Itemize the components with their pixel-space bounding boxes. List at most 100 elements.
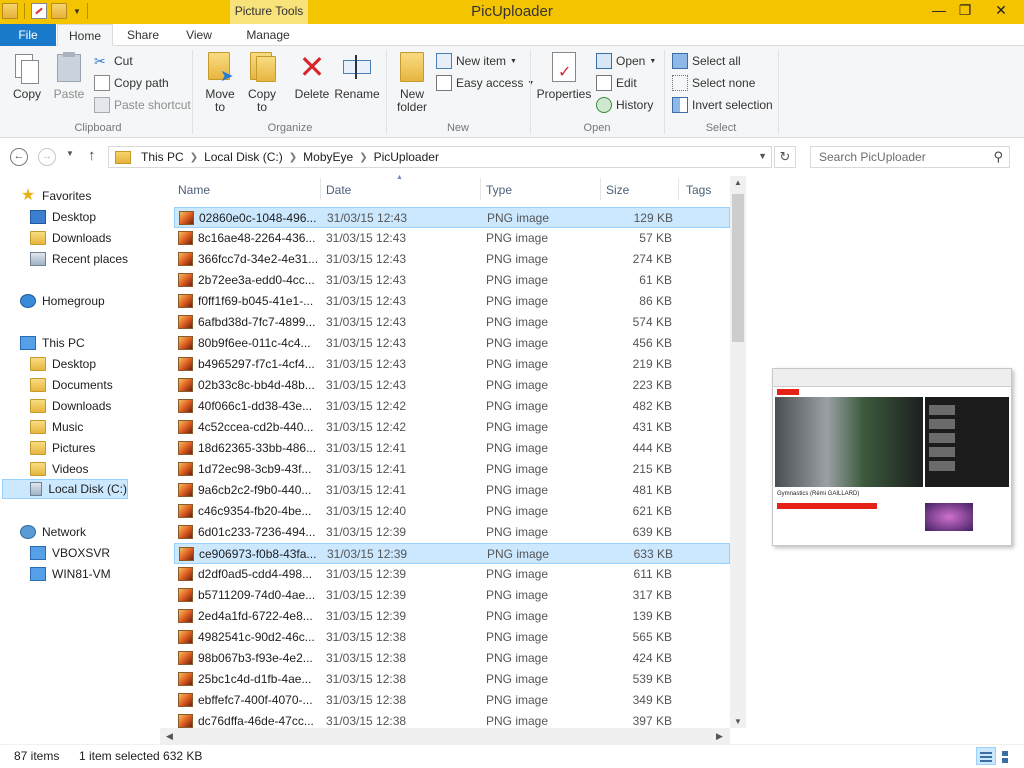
paste-button[interactable]: Paste (50, 50, 88, 101)
file-row[interactable]: 1d72ec98-3cb9-43f... 31/03/15 12:41 PNG im… (174, 459, 730, 480)
easy-access-icon (436, 75, 452, 91)
file-row[interactable]: d2df0ad5-cdd4-498... 31/03/15 12:39 PNG im… (174, 564, 730, 585)
nav-documents[interactable]: Documents (30, 375, 113, 395)
scroll-down-icon[interactable]: ▼ (734, 717, 742, 726)
column-header-name[interactable]: Name (172, 182, 322, 204)
scroll-left-icon[interactable]: ◀ (166, 731, 173, 742)
copy-path-button[interactable]: Copy path (94, 73, 169, 93)
breadcrumb-this-pc[interactable]: This PC (141, 150, 184, 164)
cut-button[interactable]: ✂ Cut (94, 51, 133, 71)
nav-recent-places[interactable]: Recent places (30, 249, 128, 269)
close-button[interactable]: ✕ (986, 0, 1016, 22)
nav-desktop[interactable]: Desktop (30, 207, 96, 227)
copy-to-button[interactable]: Copy to (242, 50, 282, 113)
tab-view[interactable]: View (178, 24, 220, 46)
nav-win81-vm[interactable]: WIN81-VM (30, 564, 111, 584)
nav-videos[interactable]: Videos (30, 459, 88, 479)
breadcrumb-separator[interactable]: ❯ (190, 152, 198, 163)
details-view-button[interactable] (976, 747, 996, 765)
nav-downloads[interactable]: Downloads (30, 228, 111, 248)
invert-selection-button[interactable]: Invert selection (672, 95, 773, 115)
breadcrumb-picuploader[interactable]: PicUploader (374, 150, 439, 164)
refresh-button[interactable]: ↻ (774, 146, 796, 168)
file-row[interactable]: 366fcc7d-34e2-4e31... 31/03/15 12:43 PNG i… (174, 249, 730, 270)
new-item-button[interactable]: New item ▼ (436, 51, 517, 71)
forward-button[interactable]: → (38, 148, 56, 166)
nav-this-pc[interactable]: This PC (20, 333, 85, 353)
file-row[interactable]: 02b33c8c-bb4d-48b... 31/03/15 12:43 PNG im… (174, 375, 730, 396)
file-row[interactable]: 9a6cb2c2-f9b0-440... 31/03/15 12:41 PNG im… (174, 480, 730, 501)
nav-pc-downloads[interactable]: Downloads (30, 396, 111, 416)
nav-network[interactable]: Network (20, 522, 86, 542)
file-row[interactable]: 2ed4a1fd-6722-4e8... 31/03/15 12:39 PNG im… (174, 606, 730, 627)
search-input[interactable]: Search PicUploader ⚲ (810, 146, 1010, 168)
paste-icon (53, 50, 85, 84)
nav-pictures[interactable]: Pictures (30, 438, 95, 458)
file-row[interactable]: 98b067b3-f93e-4e2... 31/03/15 12:38 PNG im… (174, 648, 730, 669)
file-row[interactable]: f0ff1f69-b045-41e1-... 31/03/15 12:43 PNG … (174, 291, 730, 312)
column-header-size[interactable]: Size (600, 182, 680, 204)
nav-pc-desktop[interactable]: Desktop (30, 354, 96, 374)
nav-vboxsvr[interactable]: VBOXSVR (30, 543, 110, 563)
scroll-up-icon[interactable]: ▲ (734, 178, 742, 187)
file-row[interactable]: ebffefc7-400f-4070-... 31/03/15 12:38 PNG … (174, 690, 730, 711)
scrollbar-thumb[interactable] (732, 194, 744, 342)
breadcrumb-separator[interactable]: ❯ (289, 152, 297, 163)
open-button[interactable]: Open ▼ (596, 51, 656, 71)
scroll-right-icon[interactable]: ▶ (716, 731, 723, 742)
file-row[interactable]: 4982541c-90d2-46c... 31/03/15 12:38 PNG im… (174, 627, 730, 648)
file-type: PNG image (486, 672, 549, 686)
easy-access-button[interactable]: Easy access ▼ (436, 73, 534, 93)
vertical-scrollbar[interactable]: ▲ ▼ (730, 176, 746, 728)
nav-music[interactable]: Music (30, 417, 83, 437)
column-header-date[interactable]: Date (320, 182, 480, 204)
delete-button[interactable]: ✕ Delete (292, 50, 332, 101)
file-row[interactable]: 25bc1c4d-d1fb-4ae... 31/03/15 12:38 PNG im… (174, 669, 730, 690)
search-icon[interactable]: ⚲ (993, 147, 1003, 167)
breadcrumb-local-disk[interactable]: Local Disk (C:) (204, 150, 283, 164)
file-row[interactable]: 80b9f6ee-011c-4c4... 31/03/15 12:43 PNG im… (174, 333, 730, 354)
back-button[interactable]: ← (10, 148, 28, 166)
file-row[interactable]: ce906973-f0b8-43fa... 31/03/15 12:39 PNG i… (174, 543, 730, 564)
rename-button[interactable]: Rename (334, 50, 380, 101)
copy-button[interactable]: Copy (8, 50, 46, 101)
file-row[interactable]: 6afbd38d-7fc7-4899... 31/03/15 12:43 PNG i… (174, 312, 730, 333)
file-row[interactable]: 2b72ee3a-edd0-4cc... 31/03/15 12:43 PNG im… (174, 270, 730, 291)
column-header-type[interactable]: Type (480, 182, 600, 204)
file-row[interactable]: 8c16ae48-2264-436... 31/03/15 12:43 PNG im… (174, 228, 730, 249)
tab-share[interactable]: Share (118, 24, 168, 46)
nav-homegroup[interactable]: Homegroup (20, 291, 105, 311)
new-folder-button[interactable]: New folder (392, 50, 432, 113)
tab-manage[interactable]: Manage (232, 24, 304, 46)
file-row[interactable]: b4965297-f7c1-4cf4... 31/03/15 12:43 PNG i… (174, 354, 730, 375)
address-dropdown-icon[interactable]: ▼ (758, 151, 767, 161)
maximize-button[interactable]: ❐ (950, 0, 980, 22)
file-row[interactable]: 18d62365-33bb-486... 31/03/15 12:41 PNG im… (174, 438, 730, 459)
breadcrumb-separator[interactable]: ❯ (359, 152, 367, 163)
tab-file[interactable]: File (0, 24, 56, 46)
breadcrumb-mobyeye[interactable]: MobyEye (303, 150, 353, 164)
file-row[interactable]: 40f066c1-dd38-43e... 31/03/15 12:42 PNG im… (174, 396, 730, 417)
select-none-button[interactable]: Select none (672, 73, 755, 93)
file-date: 31/03/15 12:39 (327, 547, 408, 561)
file-row[interactable]: 6d01c233-7236-494... 31/03/15 12:39 PNG im… (174, 522, 730, 543)
column-separator[interactable] (678, 178, 679, 200)
large-icons-view-button[interactable] (998, 747, 1018, 765)
address-bar[interactable]: This PC ❯ Local Disk (C:) ❯ MobyEye ❯ Pi… (108, 146, 772, 168)
file-row[interactable]: c46c9354-fb20-4be... 31/03/15 12:40 PNG im… (174, 501, 730, 522)
edit-button[interactable]: Edit (596, 73, 637, 93)
file-row[interactable]: 4c52ccea-cd2b-440... 31/03/15 12:42 PNG im… (174, 417, 730, 438)
paste-shortcut-button[interactable]: Paste shortcut (94, 95, 191, 115)
recent-locations-button[interactable]: ▼ (66, 149, 74, 158)
properties-button[interactable]: ✓ Properties (536, 50, 592, 101)
file-row[interactable]: 02860e0c-1048-496... 31/03/15 12:43 PNG im… (174, 207, 730, 228)
horizontal-scrollbar[interactable]: ◀ ▶ (160, 728, 730, 744)
file-row[interactable]: b5711209-74d0-4ae... 31/03/15 12:39 PNG im… (174, 585, 730, 606)
nav-local-disk[interactable]: Local Disk (C:) (2, 479, 128, 499)
history-button[interactable]: History (596, 95, 653, 115)
up-button[interactable]: ↑ (88, 147, 96, 164)
select-all-button[interactable]: Select all (672, 51, 741, 71)
nav-favorites[interactable]: ★ Favorites (20, 186, 92, 206)
move-to-button[interactable]: ➤ Move to (200, 50, 240, 113)
tab-home[interactable]: Home (57, 24, 113, 46)
